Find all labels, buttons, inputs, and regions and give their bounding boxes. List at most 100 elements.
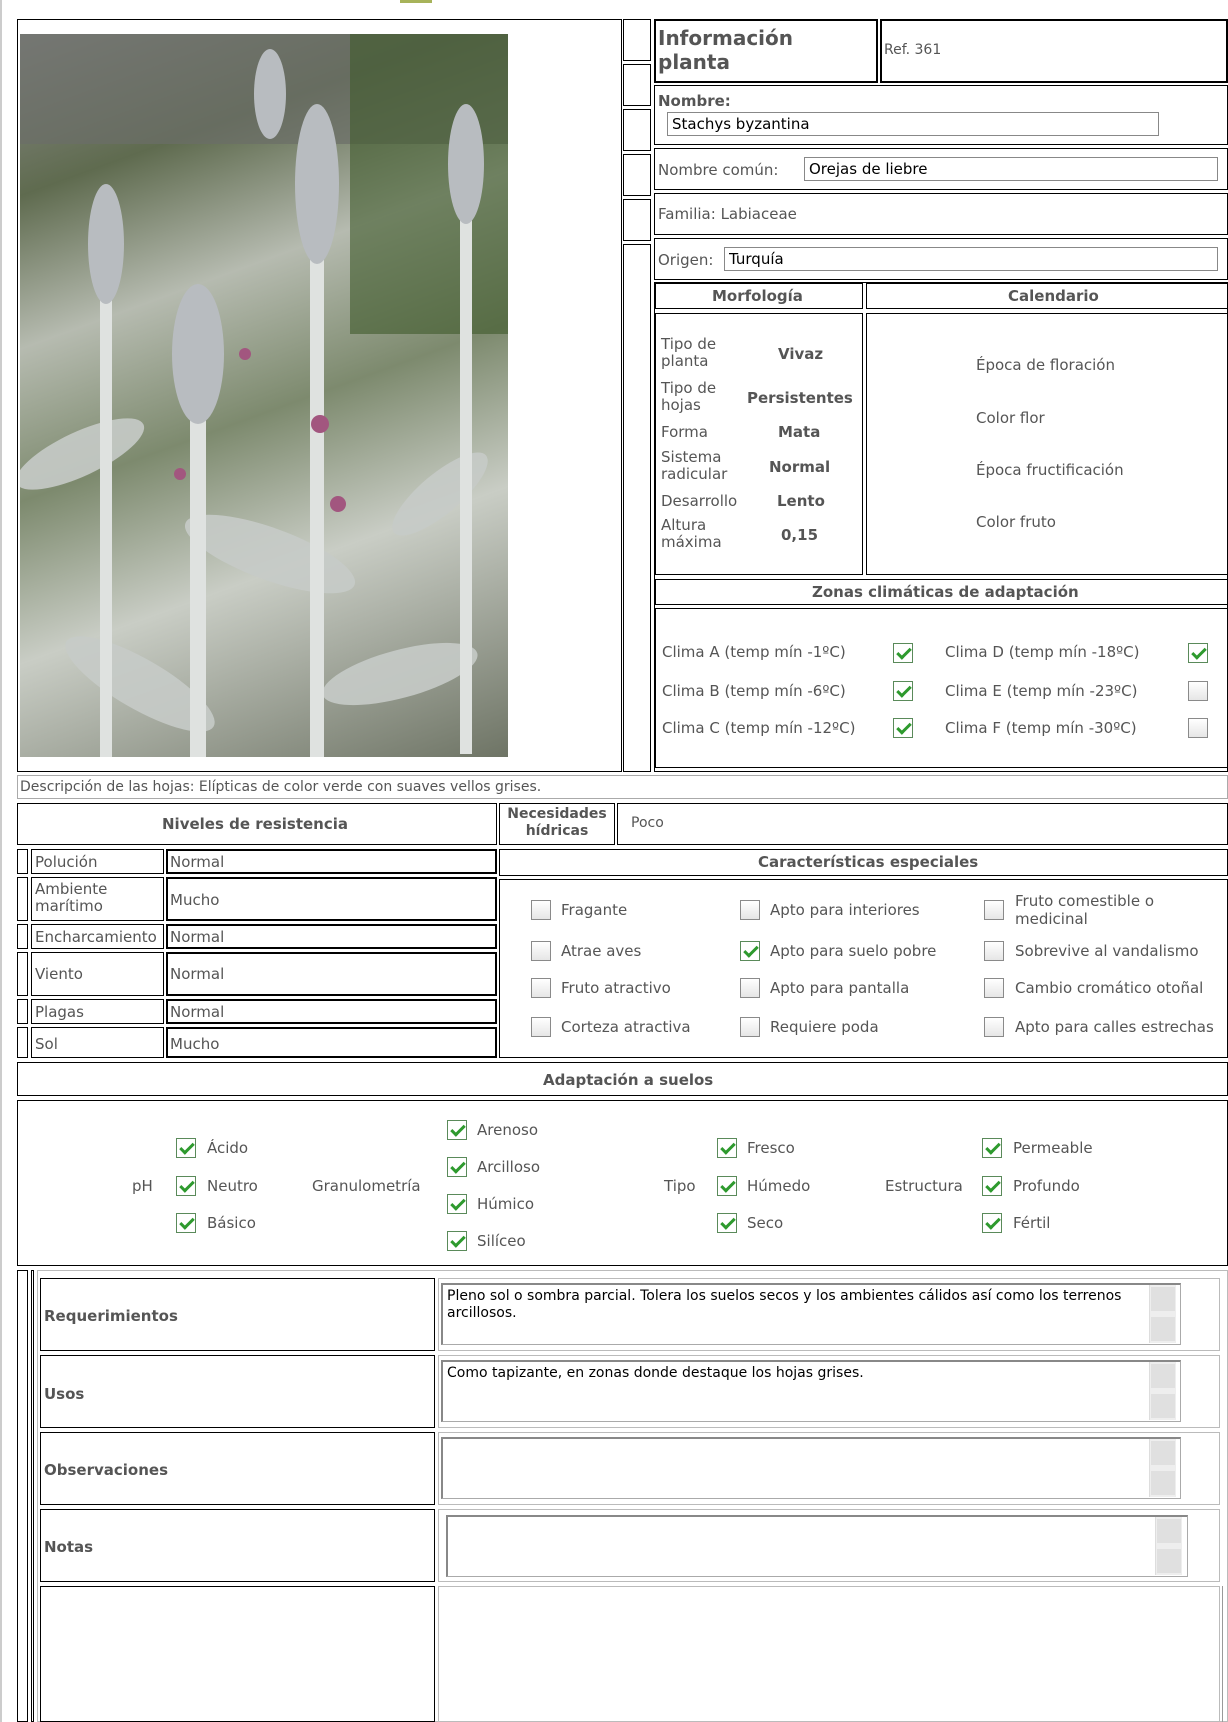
row-marker	[17, 1027, 28, 1058]
fragrant-checkbox[interactable]	[531, 900, 551, 920]
tipo-option: Húmedo	[747, 1177, 811, 1195]
climate-b-checkbox[interactable]	[893, 681, 913, 701]
special-label: Apto para suelo pobre	[770, 942, 937, 960]
attracts-birds-checkbox[interactable]	[531, 941, 551, 961]
climate-a-checkbox[interactable]	[893, 643, 913, 663]
resistance-label: Encharcamiento	[35, 928, 157, 946]
morph-value: Lento	[777, 492, 825, 510]
granulometry-label: Granulometría	[312, 1177, 421, 1195]
special-label: Apto para interiores	[770, 901, 920, 919]
resistance-label: Sol	[35, 1035, 58, 1053]
morph-label: Sistema radicular	[661, 448, 728, 483]
scientific-name-field[interactable]	[667, 112, 1159, 136]
morph-value: Normal	[769, 458, 831, 476]
climate-c-checkbox[interactable]	[893, 718, 913, 738]
special-title: Características especiales	[758, 853, 979, 871]
resistance-label: Polución	[35, 853, 98, 871]
structure-label: Estructura	[885, 1177, 963, 1195]
cell-gutter	[623, 154, 651, 196]
special-label: Fruto atractivo	[561, 979, 671, 997]
special-label: Corteza atractiva	[561, 1018, 691, 1036]
climate-c-label: Clima C (temp mín -12ºC)	[662, 719, 856, 737]
page-edge	[1222, 1586, 1228, 1722]
climate-e-label: Clima E (temp mín -23ºC)	[945, 682, 1138, 700]
row-marker	[17, 877, 28, 921]
calendar-item: Color flor	[976, 409, 1045, 427]
common-name-field[interactable]	[804, 157, 1218, 181]
notes-scrollbar[interactable]	[1155, 1517, 1182, 1575]
requirements-textarea[interactable]: Pleno sol o sombra parcial. Tolera los s…	[441, 1283, 1181, 1345]
notes-textarea[interactable]	[446, 1515, 1188, 1577]
deep-checkbox[interactable]	[982, 1176, 1002, 1196]
page-title: Información planta	[658, 26, 794, 74]
resistance-value: Normal	[170, 853, 225, 871]
indoor-checkbox[interactable]	[740, 900, 760, 920]
resistance-label: Ambiente marítimo	[35, 880, 108, 915]
morph-value: Persistentes	[747, 389, 853, 407]
leaves-description: Descripción de las hojas: Elípticas de c…	[20, 779, 542, 795]
special-label: Fruto comestible o medicinal	[1015, 892, 1155, 928]
special-label: Cambio cromático otoñal	[1015, 979, 1204, 997]
observations-textarea[interactable]	[441, 1437, 1181, 1499]
calendar-item: Época de floración	[976, 356, 1115, 374]
gran-option: Húmico	[477, 1195, 534, 1213]
climate-d-checkbox[interactable]	[1188, 643, 1208, 663]
resistance-value: Normal	[170, 1003, 225, 1021]
requirements-scrollbar[interactable]	[1149, 1285, 1176, 1343]
fertile-checkbox[interactable]	[982, 1213, 1002, 1233]
tipo-label: Tipo	[664, 1177, 696, 1195]
row-marker	[17, 924, 28, 949]
water-value-box	[617, 803, 1228, 845]
observations-scrollbar[interactable]	[1149, 1439, 1176, 1497]
common-name-label: Nombre común:	[658, 161, 779, 179]
resistance-title: Niveles de resistencia	[162, 815, 348, 833]
neutral-checkbox[interactable]	[176, 1176, 196, 1196]
dry-checkbox[interactable]	[717, 1213, 737, 1233]
special-label: Apto para pantalla	[770, 979, 910, 997]
climate-title: Zonas climáticas de adaptación	[812, 583, 1079, 601]
clay-checkbox[interactable]	[447, 1157, 467, 1177]
special-label: Apto para calles estrechas	[1015, 1018, 1214, 1036]
name-label: Nombre:	[658, 92, 731, 110]
edible-fruit-checkbox[interactable]	[984, 900, 1004, 920]
screen-checkbox[interactable]	[740, 978, 760, 998]
acid-checkbox[interactable]	[176, 1138, 196, 1158]
pruning-checkbox[interactable]	[740, 1017, 760, 1037]
bark-checkbox[interactable]	[531, 1017, 551, 1037]
climate-b-label: Clima B (temp mín -6ºC)	[662, 682, 846, 700]
cell-gutter	[623, 64, 651, 106]
structure-option: Fértil	[1013, 1214, 1051, 1232]
ph-option: Básico	[207, 1214, 256, 1232]
resistance-value: Normal	[170, 965, 225, 983]
morph-value: Mata	[778, 423, 821, 441]
cell-gutter	[623, 19, 651, 61]
autumn-color-checkbox[interactable]	[984, 978, 1004, 998]
uses-textarea[interactable]: Como tapizante, en zonas donde destaque …	[441, 1360, 1181, 1422]
climate-f-checkbox[interactable]	[1188, 718, 1208, 738]
humid-checkbox[interactable]	[717, 1176, 737, 1196]
permeable-checkbox[interactable]	[982, 1138, 1002, 1158]
sandy-checkbox[interactable]	[447, 1120, 467, 1140]
attractive-fruit-checkbox[interactable]	[531, 978, 551, 998]
morph-label: Tipo de hojas	[661, 379, 717, 414]
soil-title: Adaptación a suelos	[543, 1071, 714, 1089]
vandalism-checkbox[interactable]	[984, 941, 1004, 961]
morph-value: 0,15	[781, 526, 819, 544]
basic-checkbox[interactable]	[176, 1213, 196, 1233]
fresh-checkbox[interactable]	[717, 1138, 737, 1158]
notes-label-cell	[40, 1509, 435, 1582]
structure-option: Profundo	[1013, 1177, 1080, 1195]
narrow-streets-checkbox[interactable]	[984, 1017, 1004, 1037]
cell-gutter	[623, 109, 651, 151]
origin-field[interactable]	[724, 247, 1218, 271]
gran-option: Arcilloso	[477, 1158, 541, 1176]
uses-scrollbar[interactable]	[1149, 1362, 1176, 1420]
extra-value-cell	[438, 1586, 1220, 1722]
siliceous-checkbox[interactable]	[447, 1231, 467, 1251]
special-label: Requiere poda	[770, 1018, 879, 1036]
climate-e-checkbox[interactable]	[1188, 681, 1208, 701]
ph-label: pH	[132, 1177, 153, 1195]
humic-checkbox[interactable]	[447, 1194, 467, 1214]
poor-soil-checkbox[interactable]	[740, 941, 760, 961]
resistance-label: Plagas	[35, 1003, 84, 1021]
